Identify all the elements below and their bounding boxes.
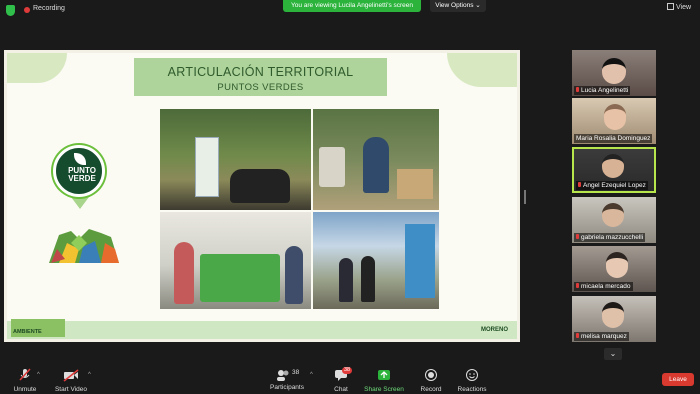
audio-options-caret[interactable]: ^	[37, 372, 40, 378]
view-label: View	[676, 4, 692, 11]
video-tile[interactable]: gabriela mazzucchelli	[572, 197, 656, 243]
participants-caret[interactable]: ^	[310, 372, 313, 378]
chat-badge: 38	[342, 367, 353, 374]
record-button[interactable]: Record	[418, 364, 444, 393]
split-handle[interactable]	[524, 190, 526, 204]
recording-icon	[24, 7, 30, 13]
muted-mic-icon	[576, 234, 579, 239]
leave-button[interactable]: Leave	[662, 373, 694, 386]
grid-icon	[667, 3, 674, 10]
muted-mic-icon	[576, 283, 579, 288]
record-icon	[425, 369, 437, 381]
participants-icon	[277, 370, 289, 381]
person	[285, 246, 303, 304]
photo-street-point	[313, 212, 439, 309]
participants-button[interactable]: 38 Participants	[268, 364, 306, 391]
leaf-decoration	[447, 53, 517, 87]
participant-name: melisa marquez	[574, 332, 629, 341]
muted-mic-icon	[19, 368, 31, 381]
trash-bags	[230, 169, 290, 203]
participant-name: gabriela mazzucchelli	[574, 233, 646, 242]
bin	[319, 147, 345, 187]
logo-text-2: VERDE	[68, 174, 96, 183]
video-off-icon	[63, 369, 79, 382]
participant-name-text: Angel Ezequiel Lopez	[583, 182, 646, 189]
slide-title-box: ARTICULACIÓN TERRITORIAL PUNTOS VERDES	[134, 58, 387, 96]
chat-label: Chat	[334, 386, 348, 393]
person	[361, 256, 375, 302]
participant-face	[602, 203, 624, 227]
share-screen-icon	[378, 370, 390, 380]
video-tile[interactable]: Lucia Angelinetti	[572, 50, 656, 96]
logo-text: PUNTO VERDE	[53, 167, 111, 183]
ambiente-text: AMBIENTE	[13, 329, 42, 335]
shared-screen: ARTICULACIÓN TERRITORIAL PUNTOS VERDES P…	[4, 50, 520, 342]
slide: ARTICULACIÓN TERRITORIAL PUNTOS VERDES P…	[7, 53, 517, 339]
smiley-icon	[466, 369, 478, 381]
view-options-button[interactable]: View Options ⌄	[430, 0, 486, 12]
top-bar: Recording You are viewing Lucila Angelin…	[0, 0, 700, 22]
person	[174, 242, 194, 304]
reactions-label: Reactions	[457, 386, 487, 393]
unmute-button[interactable]: Unmute	[8, 364, 42, 393]
person	[339, 258, 353, 302]
recording-label: Recording	[33, 5, 65, 12]
reactions-button[interactable]: Reactions	[456, 364, 488, 393]
video-tile[interactable]: melisa marquez	[572, 296, 656, 342]
participants-icon-wrap: 38	[272, 368, 302, 382]
video-tile[interactable]: Angel Ezequiel Lopez	[572, 147, 656, 193]
security-shield-icon[interactable]	[6, 5, 15, 16]
footer-strip	[7, 321, 517, 339]
participants-count: 38	[292, 369, 300, 376]
photo-park-bins	[160, 109, 311, 210]
participant-name: Angel Ezequiel Lopez	[576, 181, 648, 190]
chevron-down-icon: ⌄	[475, 2, 481, 9]
video-options-caret[interactable]: ^	[88, 372, 91, 378]
participant-face	[602, 58, 626, 84]
green-container	[200, 254, 280, 302]
participant-name: micaela mercado	[574, 282, 633, 291]
video-tile[interactable]: Maria Rosalia Dominguez	[572, 98, 656, 144]
unmute-label: Unmute	[13, 386, 37, 393]
participant-name: Maria Rosalia Dominguez	[574, 134, 653, 143]
chat-button[interactable]: 38 Chat	[328, 364, 354, 393]
chevron-down-icon: ⌄	[609, 349, 617, 358]
participant-face	[606, 252, 628, 278]
participant-name: Lucia Angelinetti	[574, 86, 631, 95]
share-screen-button[interactable]: Share Screen	[364, 364, 404, 393]
photo-container	[160, 212, 311, 309]
record-label: Record	[420, 386, 442, 393]
participant-name-text: melisa marquez	[581, 333, 627, 340]
info-sign	[195, 137, 219, 197]
participant-face	[604, 104, 626, 130]
muted-mic-icon	[576, 333, 579, 338]
muted-mic-icon	[576, 87, 579, 92]
leaf-decoration	[7, 53, 67, 83]
participant-name-text: micaela mercado	[581, 283, 631, 290]
meeting-toolbar: Unmute ^ Start Video ^ 38 Participants ^…	[0, 364, 700, 394]
start-video-label: Start Video	[54, 386, 88, 393]
mosaic-map	[49, 229, 119, 263]
boxes	[397, 169, 433, 199]
person	[363, 137, 389, 193]
participants-label: Participants	[270, 384, 304, 391]
view-options-label: View Options	[435, 2, 474, 9]
slide-title: ARTICULACIÓN TERRITORIAL	[167, 65, 354, 79]
view-button[interactable]: View	[667, 3, 691, 11]
viewing-banner: You are viewing Lucila Angelinetti's scr…	[283, 0, 421, 12]
scroll-down-button[interactable]: ⌄	[604, 348, 622, 360]
muted-mic-icon	[578, 182, 581, 187]
participant-name-text: Maria Rosalia Dominguez	[576, 135, 651, 142]
slide-subtitle: PUNTOS VERDES	[217, 82, 304, 93]
participant-name-text: Lucia Angelinetti	[581, 87, 629, 94]
start-video-button[interactable]: Start Video	[52, 364, 90, 393]
share-screen-label: Share Screen	[364, 386, 404, 393]
video-tile[interactable]: micaela mercado	[572, 246, 656, 292]
moreno-logo-text: MORENO	[481, 327, 508, 333]
participant-face	[602, 302, 624, 328]
blue-structure	[405, 224, 435, 298]
participant-name-text: gabriela mazzucchelli	[581, 234, 644, 241]
photo-volunteers	[313, 109, 439, 210]
participant-face	[602, 154, 624, 178]
